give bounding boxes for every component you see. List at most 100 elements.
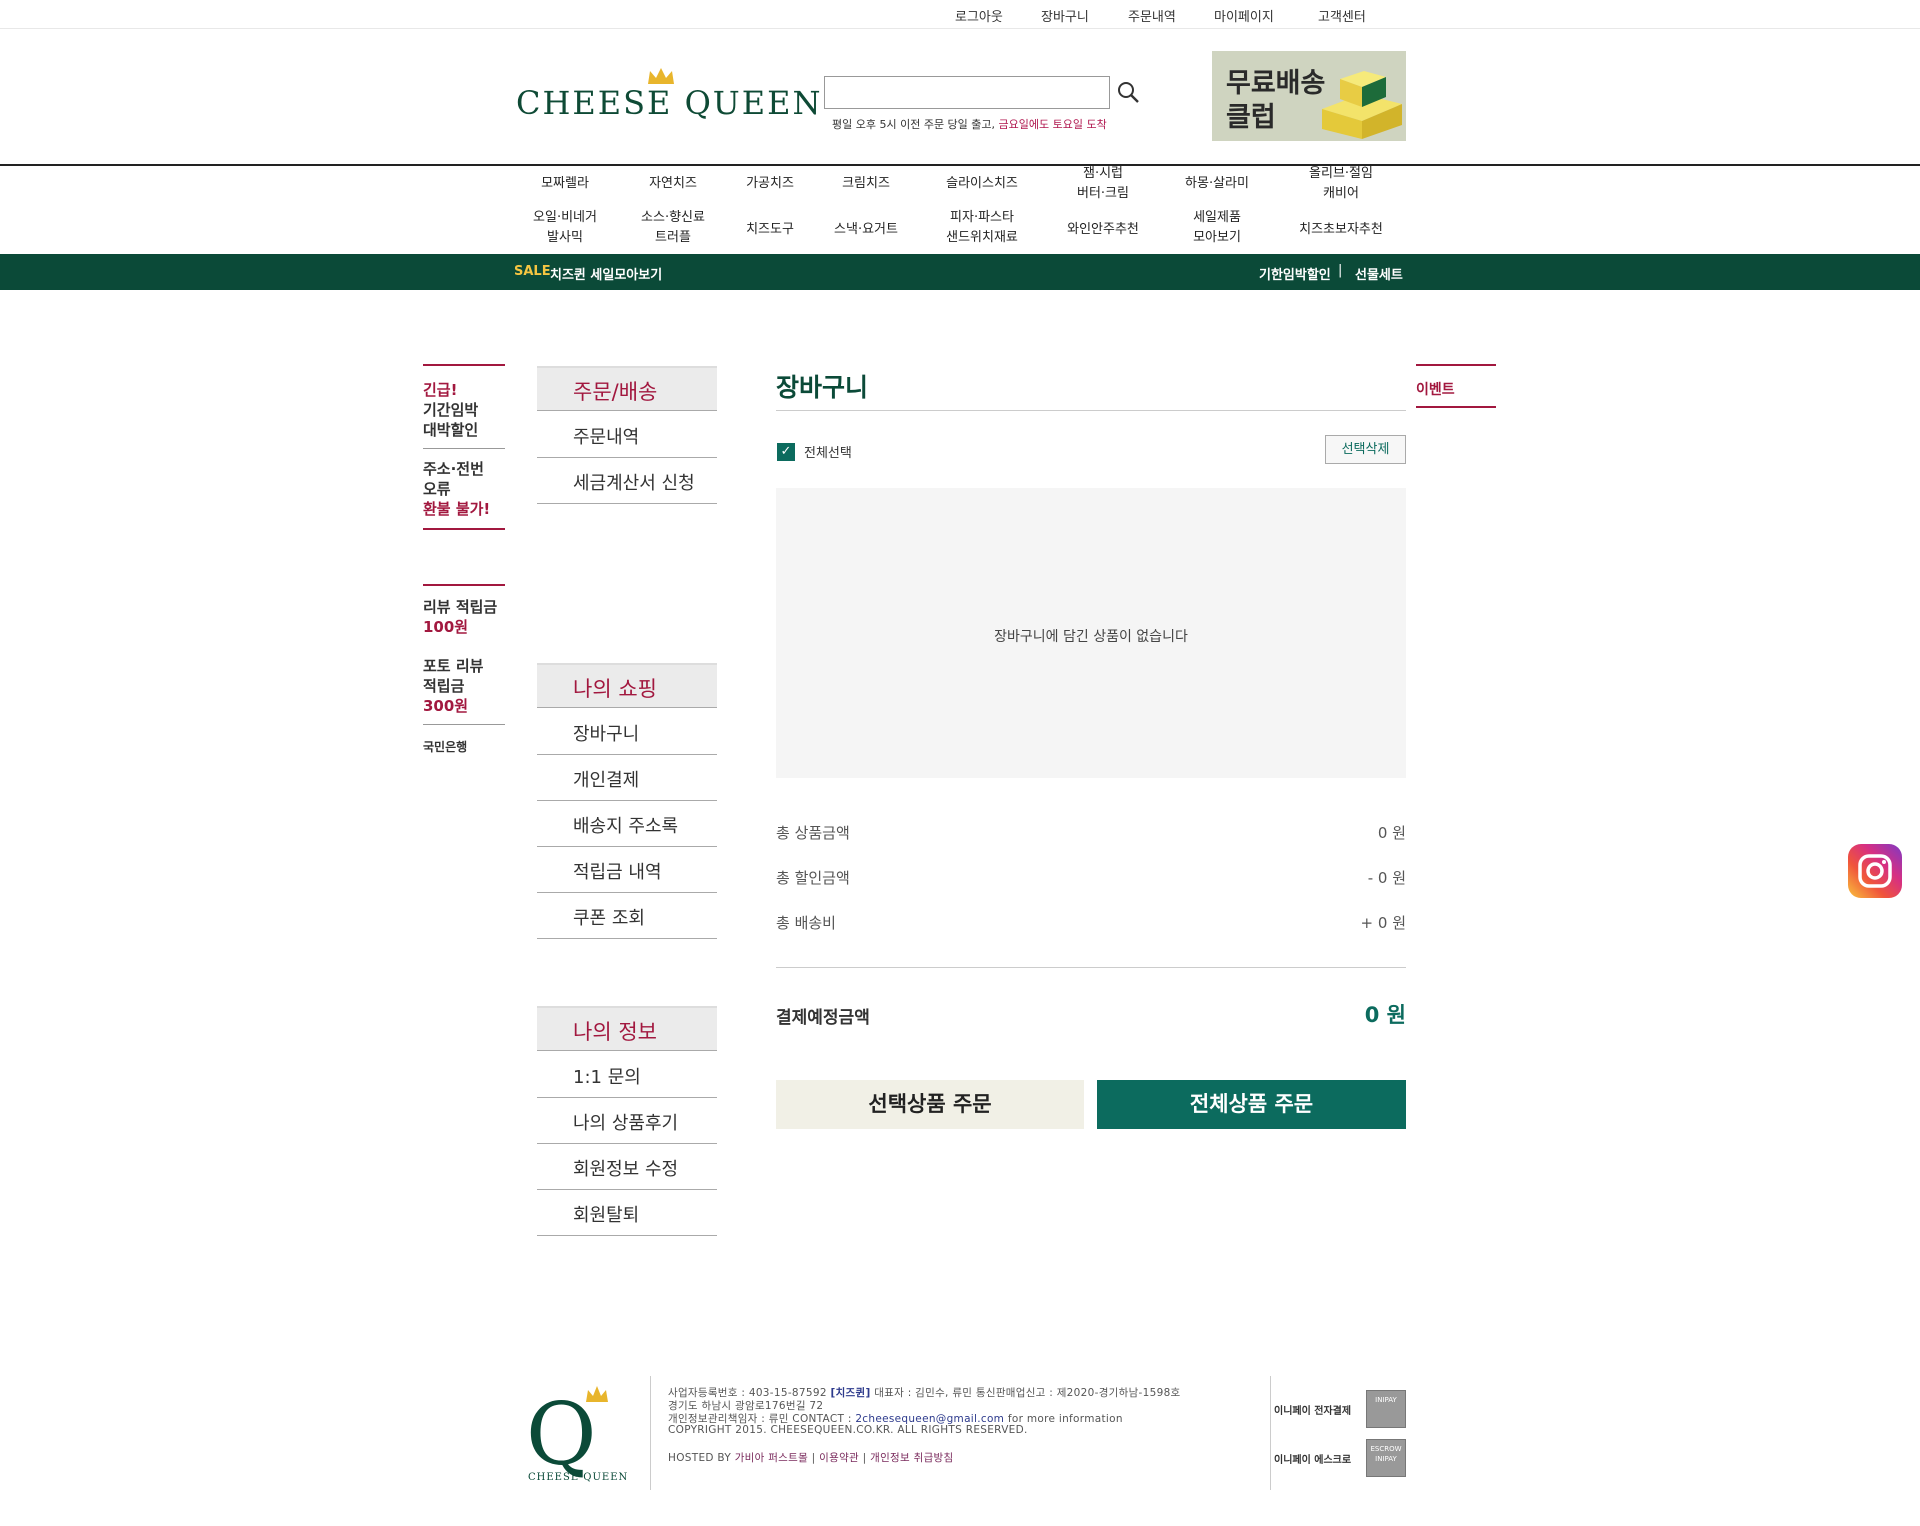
summary-discount-label: 총 할인금액 (776, 869, 850, 887)
gnb-item[interactable]: 슬라이스치즈 (922, 174, 1042, 194)
footer-divider (1270, 1376, 1271, 1490)
gnb-item[interactable]: 오일·비네거 발사믹 (505, 208, 625, 248)
event-divider (1416, 406, 1496, 408)
gnb-item[interactable]: 크림치즈 (806, 174, 926, 194)
menu-item[interactable]: 주문내역 (537, 412, 717, 458)
payment-due-value: 0 원 (1364, 1003, 1406, 1027)
notice-review-points: 리뷰 적립금 100원 (423, 598, 498, 636)
gift-set-link[interactable]: 선물세트 (1355, 264, 1403, 283)
select-all-checkbox[interactable]: ✓ (777, 443, 795, 461)
event-link[interactable]: 이벤트 (1416, 379, 1455, 399)
hosting-link[interactable]: 가비아 퍼스트몰 (735, 1452, 808, 1464)
menu-item[interactable]: 개인결제 (537, 755, 717, 801)
expiry-discount-link[interactable]: 기한임박할인 (1259, 264, 1331, 283)
subbar-separator: | (1338, 263, 1343, 278)
summary-discount-value: - 0 원 (1367, 869, 1406, 887)
top-utility-bar: 로그아웃 장바구니 주문내역 마이페이지 고객센터 (0, 0, 1920, 29)
free-shipping-club-banner[interactable]: 무료배송 클럽 (1212, 51, 1406, 141)
summary-shipping-label: 총 배송비 (776, 914, 836, 932)
menu-item-label: 회원정보 수정 (573, 1159, 679, 1180)
notice-urgent-discount[interactable]: 긴급! 기간임박 대박할인 (423, 380, 478, 440)
menu-item-label: 개인결제 (573, 770, 640, 791)
gnb-top-border (0, 164, 1920, 166)
gnb-item[interactable]: 피자·파스타 샌드위치재료 (922, 208, 1042, 248)
title-divider (776, 410, 1406, 411)
menu-head-order: 주문/배송 (537, 366, 717, 411)
order-all-button[interactable]: 전체상품 주문 (1097, 1080, 1406, 1129)
menu-item[interactable]: 장바구니 (537, 709, 717, 755)
event-divider (1416, 364, 1496, 366)
menu-item[interactable]: 회원탈퇴 (537, 1190, 717, 1236)
notice-divider (423, 724, 505, 725)
search-input[interactable] (824, 76, 1110, 109)
menu-item[interactable]: 쿠폰 조회 (537, 893, 717, 939)
gnb-item[interactable]: 스낵·요거트 (806, 220, 926, 240)
logout-link[interactable]: 로그아웃 (955, 6, 1003, 25)
crown-icon (648, 68, 674, 84)
inipay-badge[interactable]: INIPAY (1366, 1390, 1406, 1428)
footer-logo-q: Q (526, 1385, 597, 1485)
sale-tag: SALE (514, 264, 551, 279)
notice-divider (423, 584, 505, 586)
summary-product-total-label: 총 상품금액 (776, 824, 850, 842)
gnb-item[interactable]: 모짜렐라 (505, 174, 625, 194)
gnb-item[interactable]: 치즈초보자추천 (1281, 220, 1401, 240)
menu-item[interactable]: 1:1 문의 (537, 1052, 717, 1098)
mypage-link[interactable]: 마이페이지 (1214, 6, 1274, 25)
menu-item-label: 1:1 문의 (573, 1067, 641, 1088)
gnb-item[interactable]: 세일제품 모아보기 (1157, 208, 1277, 248)
notice-bank: 국민은행 (423, 740, 468, 754)
notice-divider (423, 528, 505, 530)
terms-link[interactable]: 이용약관 (819, 1452, 859, 1464)
menu-item-label: 회원탈퇴 (573, 1205, 640, 1226)
menu-item[interactable]: 나의 상품후기 (537, 1098, 717, 1144)
menu-item-label: 쿠폰 조회 (573, 908, 645, 929)
summary-product-total-value: 0 원 (1377, 824, 1406, 842)
inipay-escrow-badge[interactable]: ESCROW INIPAY (1366, 1439, 1406, 1477)
cart-items-area: 장바구니에 담긴 상품이 없습니다 (776, 488, 1406, 778)
menu-item-label: 세금계산서 신청 (573, 473, 695, 494)
privacy-link[interactable]: 개인정보 취급방침 (870, 1452, 953, 1464)
inipay-escrow-label: 이니페이 에스크로 (1274, 1455, 1352, 1466)
delete-selected-button[interactable]: 선택삭제 (1325, 435, 1406, 464)
notice-divider (423, 364, 505, 366)
notice-divider (423, 448, 505, 449)
cheese-blocks-illustration (1322, 71, 1402, 139)
gnb-item[interactable]: 잼·시럽 버터·크림 (1043, 164, 1163, 204)
notice-photo-review-points: 포토 리뷰 적립금 300원 (423, 657, 484, 715)
site-logo[interactable]: CHEESE QUEEN (516, 66, 820, 126)
sub-promo-bar: SALE 치즈퀸 세일모아보기 기한임박할인 | 선물세트 (0, 254, 1920, 290)
gnb-item[interactable]: 와인안주추천 (1043, 220, 1163, 240)
search-icon (1118, 82, 1139, 103)
orders-link[interactable]: 주문내역 (1128, 6, 1176, 25)
payment-due-label: 결제예정금액 (776, 1008, 870, 1028)
customer-center-link[interactable]: 고객센터 (1318, 6, 1366, 25)
notice-address-error: 주소·전번 오류 환불 불가! (423, 460, 491, 518)
shipping-notice: 평일 오후 5시 이전 주문 당일 출고, 금요일에도 토요일 도착 (832, 118, 1107, 131)
logo-wordmark: CHEESE QUEEN (516, 84, 823, 122)
menu-item-label: 주문내역 (573, 427, 640, 448)
instagram-button[interactable] (1848, 844, 1902, 898)
menu-item-label: 나의 상품후기 (573, 1113, 679, 1134)
cart-link[interactable]: 장바구니 (1041, 6, 1089, 25)
gnb-item[interactable]: 올리브·절임 캐비어 (1281, 164, 1401, 204)
gnb-item[interactable]: 하몽·살라미 (1157, 174, 1277, 194)
instagram-icon (1858, 854, 1892, 888)
sale-collection-link[interactable]: 치즈퀸 세일모아보기 (550, 264, 662, 283)
inipay-payment-label: 이니페이 전자결제 (1274, 1406, 1352, 1417)
menu-item-label: 장바구니 (573, 724, 640, 745)
footer-logo-text: CHEESE QUEEN (528, 1472, 629, 1483)
menu-item[interactable]: 배송지 주소록 (537, 801, 717, 847)
footer-logo: Q CHEESE QUEEN (524, 1380, 627, 1490)
footer-links: HOSTED BY 가비아 퍼스트몰 | 이용약관 | 개인정보 취급방침 (668, 1452, 954, 1464)
menu-item-label: 배송지 주소록 (573, 816, 679, 837)
select-all-label[interactable]: 전체선택 (804, 442, 852, 461)
footer-divider (650, 1376, 651, 1490)
menu-item[interactable]: 세금계산서 신청 (537, 458, 717, 504)
menu-head-shopping: 나의 쇼핑 (537, 663, 717, 708)
search-button[interactable] (1116, 80, 1142, 106)
menu-item[interactable]: 회원정보 수정 (537, 1144, 717, 1190)
summary-shipping-value: + 0 원 (1360, 914, 1406, 932)
menu-item[interactable]: 적립금 내역 (537, 847, 717, 893)
order-selected-button[interactable]: 선택상품 주문 (776, 1080, 1084, 1129)
